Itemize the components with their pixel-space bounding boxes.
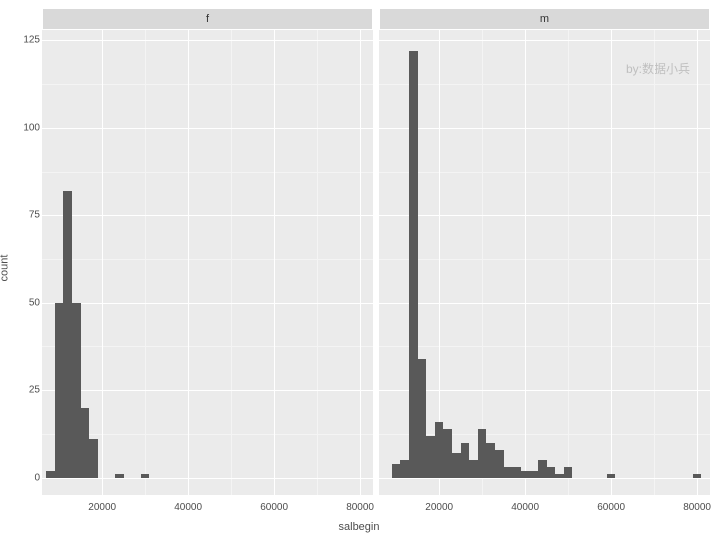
- grid-major-h: [379, 128, 710, 129]
- histogram-bar: [46, 471, 55, 478]
- facet-strip-f: f: [42, 8, 373, 30]
- grid-minor-v: [145, 30, 146, 495]
- histogram-bar: [426, 436, 435, 478]
- histogram-bar: [607, 474, 616, 477]
- histogram-bar: [81, 408, 90, 478]
- histogram-bar: [461, 443, 470, 478]
- grid-minor-h: [379, 259, 710, 260]
- histogram-bar: [478, 429, 487, 478]
- plot-area-m: by:数据小兵: [379, 30, 710, 495]
- grid-major-v: [102, 30, 103, 495]
- histogram-bar: [555, 474, 564, 477]
- grid-major-v: [360, 30, 361, 495]
- grid-major-h: [42, 390, 373, 391]
- grid-major-v: [697, 30, 698, 495]
- x-tick-label: 80000: [683, 502, 711, 513]
- histogram-bar: [72, 303, 81, 478]
- histogram-bar: [435, 422, 444, 478]
- grid-major-h: [42, 40, 373, 41]
- x-tick-label: 60000: [260, 502, 288, 513]
- y-tick-label: 50: [18, 297, 40, 308]
- x-tick-label: 20000: [88, 502, 116, 513]
- histogram-bar: [504, 467, 513, 477]
- grid-minor-h: [42, 172, 373, 173]
- histogram-bar: [418, 359, 427, 478]
- histogram-bar: [521, 471, 530, 478]
- grid-minor-h: [42, 434, 373, 435]
- faceted-histogram: count salbegin f m by:数据小兵 0 25 50 75 100 125…: [0, 0, 718, 535]
- histogram-bar: [486, 443, 495, 478]
- grid-minor-h: [379, 84, 710, 85]
- histogram-bar: [89, 439, 98, 477]
- y-tick-label: 100: [18, 122, 40, 133]
- grid-minor-v: [482, 30, 483, 495]
- x-tick-label: 40000: [511, 502, 539, 513]
- histogram-bar: [115, 474, 124, 477]
- grid-major-v: [274, 30, 275, 495]
- x-tick-label: 80000: [346, 502, 374, 513]
- y-tick-label: 75: [18, 210, 40, 221]
- grid-minor-h: [42, 84, 373, 85]
- histogram-bar: [547, 467, 556, 477]
- histogram-bar: [529, 471, 538, 478]
- grid-minor-h: [42, 259, 373, 260]
- histogram-bar: [469, 460, 478, 477]
- histogram-bar: [400, 460, 409, 477]
- histogram-bar: [63, 191, 72, 478]
- plot-area-f: [42, 30, 373, 495]
- histogram-bar: [512, 467, 521, 477]
- grid-major-v: [525, 30, 526, 495]
- grid-major-v: [188, 30, 189, 495]
- panel-m: m by:数据小兵: [379, 8, 710, 495]
- histogram-bar: [693, 474, 702, 477]
- grid-major-v: [611, 30, 612, 495]
- histogram-bar: [409, 51, 418, 478]
- facet-panels: f m by:数据小兵: [42, 8, 710, 495]
- y-axis-label: count: [0, 254, 11, 281]
- grid-major-h: [379, 390, 710, 391]
- y-tick-label: 125: [18, 35, 40, 46]
- grid-minor-v: [568, 30, 569, 495]
- x-axis-label: salbegin: [339, 521, 380, 533]
- histogram-bar: [443, 429, 452, 478]
- x-tick-label: 40000: [174, 502, 202, 513]
- y-tick-label: 0: [18, 472, 40, 483]
- grid-major-h: [379, 215, 710, 216]
- y-tick-label: 25: [18, 385, 40, 396]
- grid-major-h: [379, 40, 710, 41]
- grid-minor-h: [379, 172, 710, 173]
- panel-f: f: [42, 8, 373, 495]
- histogram-bar: [564, 467, 573, 477]
- facet-strip-m: m: [379, 8, 710, 30]
- x-tick-label: 60000: [597, 502, 625, 513]
- histogram-bar: [392, 464, 401, 478]
- grid-major-h: [379, 303, 710, 304]
- histogram-bar: [452, 453, 461, 477]
- grid-minor-h: [379, 346, 710, 347]
- x-tick-label: 20000: [425, 502, 453, 513]
- grid-major-h: [42, 215, 373, 216]
- grid-major-h: [379, 478, 710, 479]
- watermark-text: by:数据小兵: [626, 60, 690, 77]
- grid-major-h: [42, 303, 373, 304]
- grid-minor-v: [317, 30, 318, 495]
- histogram-bar: [495, 450, 504, 478]
- grid-minor-v: [231, 30, 232, 495]
- histogram-bar: [55, 303, 64, 478]
- grid-major-h: [42, 128, 373, 129]
- histogram-bar: [141, 474, 150, 477]
- grid-major-h: [42, 478, 373, 479]
- grid-minor-h: [42, 346, 373, 347]
- grid-minor-v: [654, 30, 655, 495]
- histogram-bar: [538, 460, 547, 477]
